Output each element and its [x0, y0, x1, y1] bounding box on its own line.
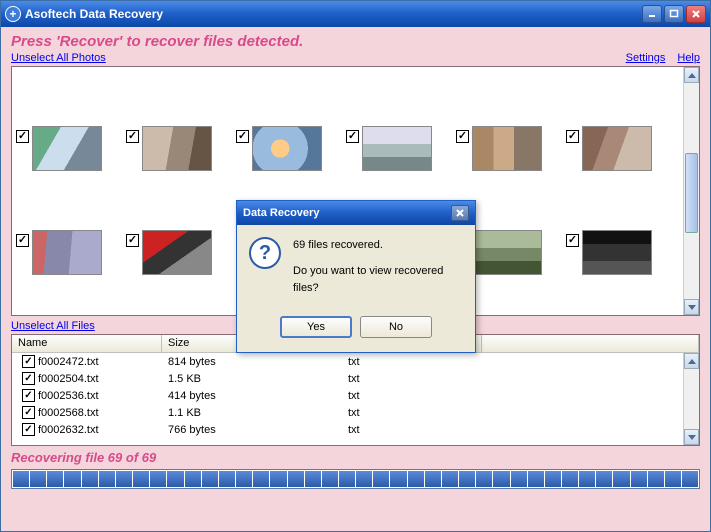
photo-item[interactable] — [566, 177, 656, 277]
file-size: 1.5 KB — [162, 373, 342, 385]
photo-thumbnail — [32, 230, 102, 275]
question-icon: ? — [249, 237, 281, 269]
file-checkbox[interactable] — [22, 406, 35, 419]
photo-thumbnail — [252, 126, 322, 171]
scroll-down-icon[interactable] — [684, 429, 699, 445]
dialog-close-button[interactable] — [451, 205, 469, 221]
file-row[interactable]: f0002472.txt 814 bytes txt — [12, 353, 699, 370]
titlebar: Asoftech Data Recovery — [1, 1, 710, 27]
photo-item[interactable] — [126, 177, 216, 277]
file-ext: txt — [342, 424, 482, 436]
dialog-titlebar: Data Recovery — [237, 201, 475, 225]
column-header-name[interactable]: Name — [12, 335, 162, 352]
files-scrollbar[interactable] — [683, 353, 699, 445]
help-link[interactable]: Help — [677, 52, 700, 64]
photo-item[interactable] — [126, 73, 216, 173]
scroll-up-icon[interactable] — [684, 67, 699, 83]
status-text: Recovering file 69 of 69 — [11, 450, 700, 465]
recovery-dialog: Data Recovery ? 69 files recovered. Do y… — [236, 200, 476, 353]
file-size: 766 bytes — [162, 424, 342, 436]
scroll-down-icon[interactable] — [684, 299, 699, 315]
progress-bar — [11, 469, 700, 489]
file-row[interactable]: f0002632.txt 766 bytes txt — [12, 421, 699, 438]
dialog-message-line1: 69 files recovered. — [293, 237, 463, 255]
minimize-button[interactable] — [642, 5, 662, 23]
close-button[interactable] — [686, 5, 706, 23]
photo-item[interactable] — [456, 73, 546, 173]
file-size: 1.1 KB — [162, 407, 342, 419]
file-row[interactable]: f0002536.txt 414 bytes txt — [12, 387, 699, 404]
photo-checkbox[interactable] — [346, 130, 359, 143]
photo-checkbox[interactable] — [566, 130, 579, 143]
file-checkbox[interactable] — [22, 423, 35, 436]
photo-item[interactable] — [236, 73, 326, 173]
file-name: f0002568.txt — [38, 407, 99, 419]
file-ext: txt — [342, 356, 482, 368]
photo-item[interactable] — [346, 73, 436, 173]
photos-scrollbar[interactable] — [683, 67, 699, 315]
photo-thumbnail — [582, 230, 652, 275]
photo-checkbox[interactable] — [566, 234, 579, 247]
photo-thumbnail — [472, 230, 542, 275]
file-ext: txt — [342, 407, 482, 419]
photo-checkbox[interactable] — [236, 130, 249, 143]
photo-thumbnail — [472, 126, 542, 171]
instruction-text: Press 'Recover' to recover files detecte… — [11, 33, 700, 50]
scrollbar-thumb[interactable] — [685, 153, 698, 233]
file-checkbox[interactable] — [22, 389, 35, 402]
file-row[interactable]: f0002504.txt 1.5 KB txt — [12, 370, 699, 387]
photo-checkbox[interactable] — [126, 130, 139, 143]
file-name: f0002536.txt — [38, 390, 99, 402]
photo-checkbox[interactable] — [16, 234, 29, 247]
file-name: f0002504.txt — [38, 373, 99, 385]
photo-thumbnail — [582, 126, 652, 171]
window-title: Asoftech Data Recovery — [25, 7, 642, 21]
unselect-all-photos-link[interactable]: Unselect All Photos — [11, 52, 106, 64]
photo-thumbnail — [32, 126, 102, 171]
scroll-up-icon[interactable] — [684, 353, 699, 369]
file-size: 414 bytes — [162, 390, 342, 402]
dialog-title: Data Recovery — [243, 207, 319, 219]
file-ext: txt — [342, 373, 482, 385]
file-name: f0002472.txt — [38, 356, 99, 368]
yes-button[interactable]: Yes — [280, 316, 352, 338]
file-checkbox[interactable] — [22, 355, 35, 368]
photo-checkbox[interactable] — [456, 130, 469, 143]
settings-link[interactable]: Settings — [626, 52, 666, 64]
photo-thumbnail — [142, 126, 212, 171]
photo-thumbnail — [142, 230, 212, 275]
maximize-button[interactable] — [664, 5, 684, 23]
file-ext: txt — [342, 390, 482, 402]
no-button[interactable]: No — [360, 316, 432, 338]
photo-item[interactable] — [16, 73, 106, 173]
file-name: f0002632.txt — [38, 424, 99, 436]
photo-checkbox[interactable] — [16, 130, 29, 143]
photo-item[interactable] — [16, 177, 106, 277]
column-header-empty — [482, 335, 699, 352]
photo-checkbox[interactable] — [126, 234, 139, 247]
file-checkbox[interactable] — [22, 372, 35, 385]
unselect-all-files-link[interactable]: Unselect All Files — [11, 320, 95, 332]
photo-item[interactable] — [566, 73, 656, 173]
photo-thumbnail — [362, 126, 432, 171]
file-size: 814 bytes — [162, 356, 342, 368]
dialog-message-line2: Do you want to view recovered files? — [293, 263, 463, 298]
file-row[interactable]: f0002568.txt 1.1 KB txt — [12, 404, 699, 421]
files-body: f0002472.txt 814 bytes txt f0002504.txt … — [12, 353, 699, 438]
app-icon — [5, 6, 21, 22]
